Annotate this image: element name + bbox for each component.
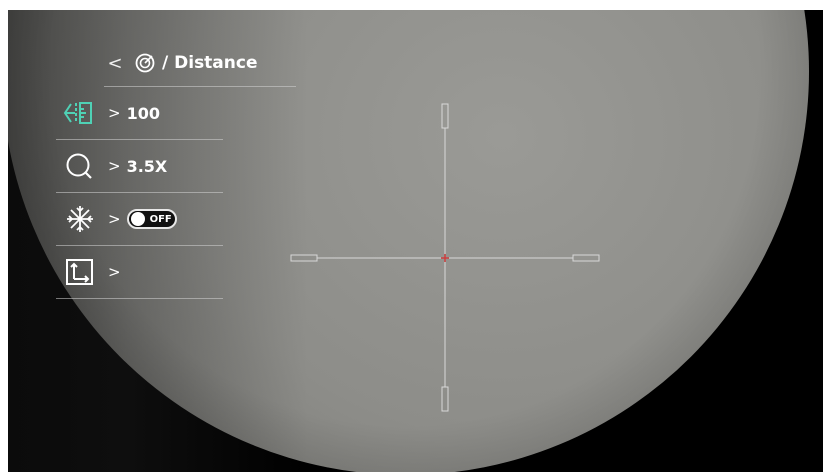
menu-item-distance[interactable]: > 100 <box>56 87 223 140</box>
chevron-right-icon: > <box>108 157 121 175</box>
back-button[interactable]: < <box>104 53 126 74</box>
zoom-value: 3.5X <box>126 156 168 176</box>
toggle-state-label: OFF <box>149 213 172 225</box>
chevron-right-icon: > <box>108 210 121 228</box>
crop-position-icon <box>66 259 93 285</box>
snowflake-icon <box>67 206 93 232</box>
chevron-right-icon: > <box>108 263 121 281</box>
magnifier-icon <box>66 153 92 179</box>
chevron-right-icon: > <box>108 104 121 122</box>
side-menu: < / Distance > 100 > 3.5X > OFF > <box>56 40 296 299</box>
menu-item-position[interactable]: > <box>56 246 223 299</box>
freeze-toggle[interactable]: OFF <box>126 209 177 229</box>
toggle-knob <box>130 212 145 226</box>
menu-item-freeze[interactable]: > OFF <box>56 193 223 246</box>
target-icon <box>135 53 155 73</box>
page-title: / Distance <box>162 53 258 73</box>
menu-header: < / Distance <box>104 40 296 87</box>
distance-value: 100 <box>126 103 160 123</box>
viewfinder-frame: < / Distance > 100 > 3.5X > OFF > <box>8 10 823 472</box>
distance-measure-icon <box>63 102 92 124</box>
menu-item-zoom[interactable]: > 3.5X <box>56 140 223 193</box>
